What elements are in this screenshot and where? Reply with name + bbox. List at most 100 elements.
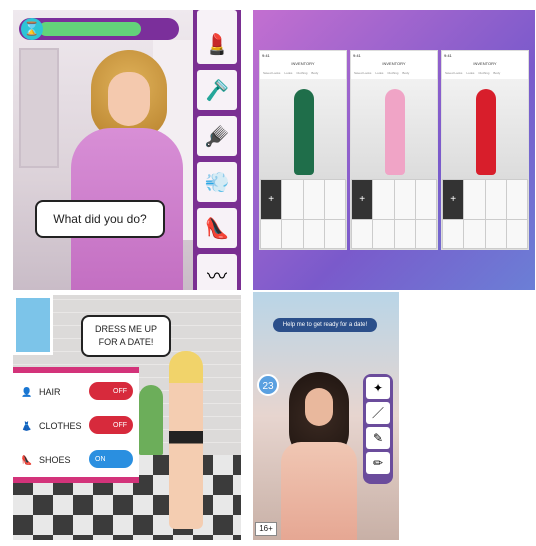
- tab-body[interactable]: Body: [311, 71, 318, 79]
- item-tile[interactable]: [443, 220, 464, 248]
- item-grid: +: [260, 179, 346, 249]
- toggle-row-shoes: 👠 SHOES ON: [19, 445, 137, 475]
- shoe-icon: 👠: [21, 454, 33, 465]
- toggle-menu: 👤 HAIR OFF 👗 CLOTHES OFF 👠 SHOES ON: [13, 367, 139, 483]
- item-tile[interactable]: [282, 220, 303, 248]
- item-tile[interactable]: [373, 180, 394, 219]
- tab-looks[interactable]: Looks: [466, 71, 474, 79]
- toggle-label: HAIR: [39, 387, 61, 397]
- lipstick-icon[interactable]: 💄: [197, 24, 237, 64]
- hairbrush-icon[interactable]: 🪮: [197, 116, 237, 156]
- timer-bar: ⌛: [19, 18, 179, 40]
- tab-saved-looks[interactable]: Saved Looks: [354, 71, 371, 79]
- tab-clothing[interactable]: Clothing: [387, 71, 398, 79]
- eyeshadow-icon[interactable]: ✦: [366, 377, 390, 399]
- heels-icon[interactable]: 👠: [197, 208, 237, 248]
- tab-clothing[interactable]: Clothing: [478, 71, 489, 79]
- panel-date-prep: Help me to get ready for a date! 23 ✦ ／ …: [253, 292, 399, 540]
- status-time: 9:41: [262, 53, 270, 58]
- add-item-button[interactable]: +: [443, 180, 464, 219]
- avatar-stage: [442, 79, 528, 179]
- tool-sidebar: 〰 💄 🪒 🪮 💨 👠 〰: [193, 10, 241, 290]
- avatar-figure: [476, 89, 496, 175]
- panel-inventory-screens: 9:41 INVENTORY Saved Looks Looks Clothin…: [253, 10, 535, 290]
- add-item-button[interactable]: +: [261, 180, 282, 219]
- panel-makeover-scene: ⌛ What did you do? 〰 💄 🪒 🪮 💨 👠 〰: [13, 10, 241, 290]
- tab-saved-looks[interactable]: Saved Looks: [263, 71, 280, 79]
- item-tile[interactable]: [373, 220, 394, 248]
- item-tile[interactable]: [464, 220, 485, 248]
- item-tile[interactable]: [506, 180, 527, 219]
- razor-icon[interactable]: 🪒: [197, 70, 237, 110]
- item-grid: +: [442, 179, 528, 249]
- item-tile[interactable]: [324, 220, 345, 248]
- item-tile[interactable]: [303, 180, 324, 219]
- dress-icon: 👗: [21, 420, 33, 431]
- item-tile[interactable]: [394, 180, 415, 219]
- avatar-stage: [351, 79, 437, 179]
- inventory-title: INVENTORY: [473, 61, 497, 66]
- tab-body[interactable]: Body: [493, 71, 500, 79]
- item-tile[interactable]: [352, 220, 373, 248]
- character-face: [108, 72, 150, 126]
- status-time: 9:41: [444, 53, 452, 58]
- avatar-figure: [385, 89, 405, 175]
- level-badge: 23: [257, 374, 279, 396]
- speech-line-1: DRESS ME UP: [94, 324, 157, 334]
- hourglass-icon: ⌛: [21, 18, 43, 40]
- inventory-tabs: Saved Looks Looks Clothing Body: [260, 71, 346, 79]
- comb-icon[interactable]: 〰: [197, 254, 237, 290]
- toggle-row-hair: 👤 HAIR OFF: [19, 377, 137, 407]
- hair-toggle[interactable]: OFF: [89, 382, 133, 400]
- item-tile[interactable]: [485, 220, 506, 248]
- inventory-tabs: Saved Looks Looks Clothing Body: [351, 71, 437, 79]
- item-tile[interactable]: [415, 220, 436, 248]
- inventory-title: INVENTORY: [291, 61, 315, 66]
- inventory-tabs: Saved Looks Looks Clothing Body: [442, 71, 528, 79]
- panel-dressup-toggles: DRESS ME UP FOR A DATE! 👤 HAIR OFF 👗 CLO…: [13, 295, 241, 540]
- speech-bubble: What did you do?: [35, 200, 165, 238]
- brush-icon[interactable]: ／: [366, 402, 390, 424]
- wardrobe-door: [19, 48, 59, 168]
- pencil-icon[interactable]: ✏: [366, 452, 390, 474]
- toggle-label: CLOTHES: [39, 421, 82, 431]
- window: [13, 295, 53, 355]
- request-banner: Help me to get ready for a date!: [273, 318, 377, 332]
- status-time: 9:41: [353, 53, 361, 58]
- phone-screen-1: 9:41 INVENTORY Saved Looks Looks Clothin…: [259, 50, 347, 250]
- item-tile[interactable]: [282, 180, 303, 219]
- toggle-row-clothes: 👗 CLOTHES OFF: [19, 411, 137, 441]
- makeup-brush-icon[interactable]: ✎: [366, 427, 390, 449]
- speech-line-2: FOR A DATE!: [98, 337, 154, 347]
- character-body: [281, 442, 357, 540]
- potted-plant: [139, 385, 163, 455]
- toggle-label: SHOES: [39, 455, 71, 465]
- character-face: [305, 388, 333, 426]
- hairdryer-icon[interactable]: 💨: [197, 162, 237, 202]
- item-tile[interactable]: [394, 220, 415, 248]
- item-tile[interactable]: [485, 180, 506, 219]
- item-tile[interactable]: [415, 180, 436, 219]
- phone-screen-3: 9:41 INVENTORY Saved Looks Looks Clothin…: [441, 50, 529, 250]
- item-tile[interactable]: [261, 220, 282, 248]
- add-item-button[interactable]: +: [352, 180, 373, 219]
- clothes-toggle[interactable]: OFF: [89, 416, 133, 434]
- tab-looks[interactable]: Looks: [375, 71, 383, 79]
- item-tile[interactable]: [324, 180, 345, 219]
- speech-bubble: DRESS ME UP FOR A DATE!: [81, 315, 171, 357]
- item-tile[interactable]: [303, 220, 324, 248]
- avatar-stage: [260, 79, 346, 179]
- avatar-figure: [294, 89, 314, 175]
- tab-saved-looks[interactable]: Saved Looks: [445, 71, 462, 79]
- phone-screen-2: 9:41 INVENTORY Saved Looks Looks Clothin…: [350, 50, 438, 250]
- item-tile[interactable]: [464, 180, 485, 219]
- age-rating-badge: 16+: [255, 522, 277, 536]
- tab-body[interactable]: Body: [402, 71, 409, 79]
- tool-palette: ✦ ／ ✎ ✏: [363, 374, 393, 484]
- timer-fill: [39, 22, 141, 36]
- character-model: [169, 351, 203, 529]
- tab-looks[interactable]: Looks: [284, 71, 292, 79]
- tab-clothing[interactable]: Clothing: [296, 71, 307, 79]
- item-tile[interactable]: [506, 220, 527, 248]
- shoes-toggle[interactable]: ON: [89, 450, 133, 468]
